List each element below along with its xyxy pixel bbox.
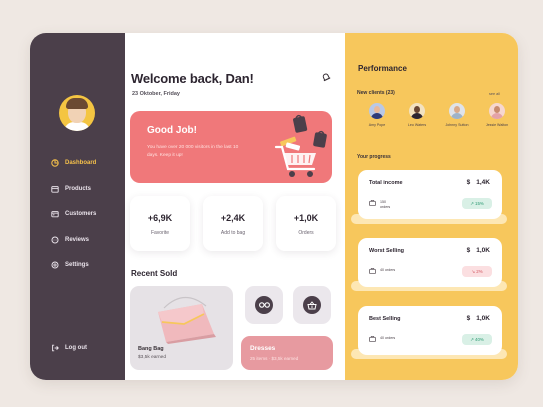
hero-banner: Good Job! You have over 20 000 visitors … (130, 111, 332, 183)
metric-orders: 40 orders (380, 336, 396, 340)
logout-icon (50, 343, 59, 352)
metric-value: $1,0K (466, 315, 490, 322)
sidebar-item-settings[interactable]: Settings (50, 259, 96, 271)
logout-label: Log out (65, 344, 87, 351)
metric-value: $1,4K (466, 179, 490, 186)
avatar (449, 103, 465, 119)
performance-panel: Performance New clients (23) see all Amy… (345, 33, 518, 380)
chat-icon (50, 235, 59, 244)
new-clients-label: New clients (23) (357, 90, 395, 96)
cart-icon (369, 336, 376, 342)
date-label: 23 Oktober, Friday (132, 91, 180, 97)
metric-title: Best Selling (369, 316, 401, 322)
sidebar-item-products[interactable]: Products (50, 183, 96, 195)
page-title: Welcome back, Dan! (131, 71, 254, 86)
performance-title: Performance (358, 64, 407, 73)
sidebar-item-reviews[interactable]: Reviews (50, 234, 96, 246)
metric-orders: 150 orders (380, 200, 391, 209)
sidebar-item-dashboard[interactable]: Dashboard (50, 157, 96, 169)
basket-icon (307, 300, 317, 309)
sidebar-item-customers[interactable]: Customers (50, 208, 96, 220)
client-item[interactable]: Amy Pope (357, 103, 397, 127)
customers-icon (50, 210, 59, 219)
stat-card-add-to-bag[interactable]: +2,4K Add to bag (203, 196, 263, 251)
sidebar-item-label: Products (65, 185, 92, 192)
sidebar: Dashboard Products Customers Reviews Set… (30, 33, 125, 380)
client-item[interactable]: Leo Waters (397, 103, 437, 127)
see-all-link[interactable]: see all (489, 92, 500, 96)
stat-label: Orders (298, 230, 314, 236)
sidebar-item-label: Customers (65, 211, 97, 217)
sidebar-item-label: Reviews (65, 236, 90, 243)
sidebar-item-label: Dashboard (65, 160, 97, 166)
product-card-bang-bag[interactable]: Bang Bag $3,5k earned (130, 286, 233, 370)
metric-card-worst-selling[interactable]: Worst Selling $1,0K 40 orders ↘ 2% (358, 238, 502, 287)
avatar[interactable] (59, 95, 95, 131)
cart-icon (369, 200, 376, 206)
dress-title: Dresses (250, 345, 276, 352)
main-content: Welcome back, Dan! 23 Oktober, Friday Go… (125, 33, 345, 380)
your-progress-label: Your progress (357, 154, 391, 160)
gear-icon (50, 261, 59, 270)
category-basket-button[interactable] (293, 286, 331, 324)
avatar (409, 103, 425, 119)
recent-sold-heading: Recent Sold (131, 269, 178, 278)
client-list: Amy Pope Leo Waters Johnny Sutton Jessie… (357, 103, 517, 127)
bell-icon[interactable] (321, 72, 331, 82)
stat-label: Add to bag (220, 230, 246, 236)
product-earned: $3,5k earned (138, 355, 167, 360)
avatar (369, 103, 385, 119)
client-name: Leo Waters (407, 123, 427, 127)
category-accessories-button[interactable] (245, 286, 283, 324)
category-dresses-card[interactable]: Dresses 25 items · $3,5k earned (241, 336, 333, 370)
stat-value: +1,0K (293, 213, 319, 223)
box-icon (50, 184, 59, 193)
dashboard-window: Dashboard Products Customers Reviews Set… (30, 33, 518, 380)
sidebar-item-label: Settings (65, 262, 89, 268)
metric-card-total-income[interactable]: Total income $1,4K 150 orders ↗ 15% (358, 170, 502, 219)
dress-meta: 25 items · $3,5k earned (250, 356, 299, 361)
trend-badge: ↗ 40% (462, 334, 492, 345)
metric-card-best-selling[interactable]: Best Selling $1,0K 40 orders ↗ 40% (358, 306, 502, 355)
metric-orders: 40 orders (380, 268, 396, 272)
logout-button[interactable]: Log out (50, 343, 87, 352)
avatar (489, 103, 505, 119)
trend-badge: ↘ 2% (462, 266, 492, 277)
metric-title: Total income (369, 180, 403, 186)
pie-chart-icon (50, 159, 59, 168)
sunglasses-icon (258, 302, 270, 308)
trend-badge: ↗ 15% (462, 198, 492, 209)
product-name: Bang Bag (138, 346, 164, 352)
client-item[interactable]: Johnny Sutton (437, 103, 477, 127)
client-name: Jessie Walton (485, 123, 509, 127)
stat-card-favorite[interactable]: +6,9K Favorite (130, 196, 190, 251)
hero-text: You have over 20 000 visitors in the las… (147, 145, 239, 158)
metric-value: $1,0K (466, 247, 490, 254)
client-name: Amy Pope (368, 123, 386, 127)
client-name: Johnny Sutton (445, 123, 469, 127)
cart-icon (369, 268, 376, 274)
handbag-image (158, 296, 216, 344)
sidebar-nav: Dashboard Products Customers Reviews Set… (50, 157, 96, 285)
shopping-cart-illustration (274, 114, 327, 177)
stat-label: Favorite (150, 230, 170, 236)
stat-value: +2,4K (220, 213, 246, 223)
stats-row: +6,9K Favorite +2,4K Add to bag +1,0K Or… (130, 196, 336, 251)
stat-value: +6,9K (147, 213, 173, 223)
metric-title: Worst Selling (369, 248, 405, 254)
hero-title: Good Job! (147, 125, 197, 136)
client-item[interactable]: Jessie Walton (477, 103, 517, 127)
stat-card-orders[interactable]: +1,0K Orders (276, 196, 336, 251)
